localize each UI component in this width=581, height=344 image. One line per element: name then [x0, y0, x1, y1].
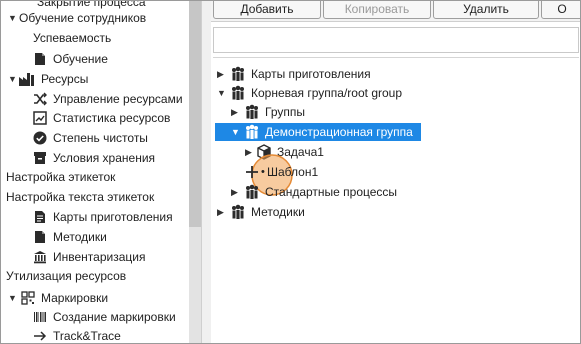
- sidebar-item-label: Успеваемость: [33, 31, 112, 45]
- tree-node-label: Карты приготовления: [251, 67, 371, 81]
- qr-code-icon: [21, 291, 35, 305]
- search-input[interactable]: [213, 27, 579, 53]
- main-panel: Добавить Копировать Удалить О ▶ Карты пр…: [211, 1, 580, 343]
- chevron-down-icon[interactable]: ▼: [8, 289, 17, 307]
- sidebar: Закрытие процесса ▼ Обучение сотрудников…: [1, 1, 201, 343]
- chevron-down-icon[interactable]: ▼: [8, 9, 17, 27]
- group-icon: [232, 85, 244, 100]
- archive-icon: [34, 152, 46, 164]
- tree-node-label: Корневая группа/root group: [251, 86, 403, 100]
- chevron-down-icon[interactable]: ▼: [231, 123, 241, 141]
- sidebar-item-label-settings[interactable]: Настройка этикеток: [6, 168, 115, 186]
- sidebar-item-label: Настройка текста этикеток: [6, 190, 155, 204]
- sidebar-item-label: Ресурсы: [41, 72, 89, 86]
- sidebar-item-label: Степень чистоты: [53, 131, 148, 145]
- chevron-right-icon[interactable]: ▶: [217, 65, 227, 83]
- sidebar-item-disposal[interactable]: Утилизация ресурсов: [6, 267, 126, 285]
- shuffle-icon: [34, 92, 47, 106]
- group-tree: ▶ Карты приготовления ▼ Корневая группа/…: [213, 57, 579, 343]
- sidebar-item-label: Обучение сотрудников: [19, 11, 147, 25]
- sidebar-item-label: Обучение: [53, 52, 108, 66]
- arrow-right-icon: [34, 331, 47, 341]
- document-icon: [35, 211, 45, 223]
- chevron-down-icon[interactable]: ▼: [8, 70, 17, 88]
- sidebar-item-label: Настройка этикеток: [6, 170, 116, 184]
- tree-node-label: Методики: [251, 205, 305, 219]
- chevron-right-icon[interactable]: ▶: [231, 103, 241, 121]
- barcode-icon: [34, 312, 46, 322]
- tree-node-demo-group[interactable]: ▼ Демонстрационная группа: [215, 123, 421, 141]
- add-button[interactable]: Добавить: [213, 1, 321, 19]
- tree-node-standard-processes[interactable]: ▶ Стандартные процессы: [231, 183, 431, 201]
- delete-button[interactable]: Удалить: [433, 1, 539, 19]
- sidebar-item-label: Методики: [53, 230, 107, 244]
- bank-icon: [34, 251, 46, 264]
- tree-node-template1[interactable]: • Шаблон1: [245, 163, 365, 181]
- sidebar-item-label: Статистика ресурсов: [53, 111, 171, 125]
- tree-node-label: Стандартные процессы: [265, 185, 398, 199]
- factory-icon: [19, 73, 34, 86]
- toolbar: Добавить Копировать Удалить О: [211, 1, 580, 22]
- sidebar-item-label: Маркировки: [41, 291, 109, 305]
- more-button[interactable]: О: [541, 1, 580, 19]
- tree-node-cooking-cards[interactable]: ▶ Карты приготовления: [217, 65, 417, 83]
- chevron-right-icon[interactable]: ▶: [217, 203, 227, 221]
- sidebar-item-label: Создание маркировки: [53, 310, 176, 324]
- sidebar-item-label: Утилизация ресурсов: [6, 269, 127, 283]
- app-window: Закрытие процесса ▼ Обучение сотрудников…: [0, 0, 581, 344]
- tree-node-groups[interactable]: ▶ Группы: [231, 103, 391, 121]
- tree-node-methods[interactable]: ▶ Методики: [217, 203, 377, 221]
- document-icon: [35, 231, 45, 243]
- sidebar-item-label: Условия хранения: [53, 151, 156, 165]
- sidebar-scrollbar[interactable]: [189, 1, 201, 343]
- tree-node-label: Демонстрационная группа: [265, 125, 413, 139]
- group-icon: [246, 104, 258, 119]
- sidebar-item-performance[interactable]: Успеваемость: [33, 29, 111, 47]
- move-cursor-icon: [246, 166, 258, 178]
- sidebar-item-label: Управление ресурсами: [53, 92, 183, 106]
- group-icon: [232, 204, 244, 219]
- tree-node-root-group[interactable]: ▼ Корневая группа/root group: [217, 84, 437, 102]
- group-icon: [232, 66, 244, 81]
- sidebar-item-label: Карты приготовления: [53, 210, 173, 224]
- sidebar-item-label: Инвентаризация: [53, 250, 146, 264]
- sidebar-item-label: Закрытие процесса: [37, 1, 146, 9]
- tree-node-label: Группы: [265, 105, 305, 119]
- chevron-down-icon[interactable]: ▼: [217, 84, 227, 102]
- chevron-right-icon[interactable]: ▶: [231, 183, 241, 201]
- document-icon: [35, 53, 45, 65]
- tree-node-label: Шаблон1: [267, 165, 319, 179]
- chart-icon: [33, 111, 47, 125]
- sidebar-scrollbar-thumb[interactable]: [189, 1, 201, 227]
- group-icon: [246, 184, 258, 199]
- sidebar-item-label: Track&Trace: [53, 329, 121, 343]
- copy-button[interactable]: Копировать: [323, 1, 431, 19]
- group-icon: [246, 124, 258, 139]
- check-circle-icon: [33, 131, 47, 145]
- sidebar-item-label-text-settings[interactable]: Настройка текста этикеток: [6, 188, 154, 206]
